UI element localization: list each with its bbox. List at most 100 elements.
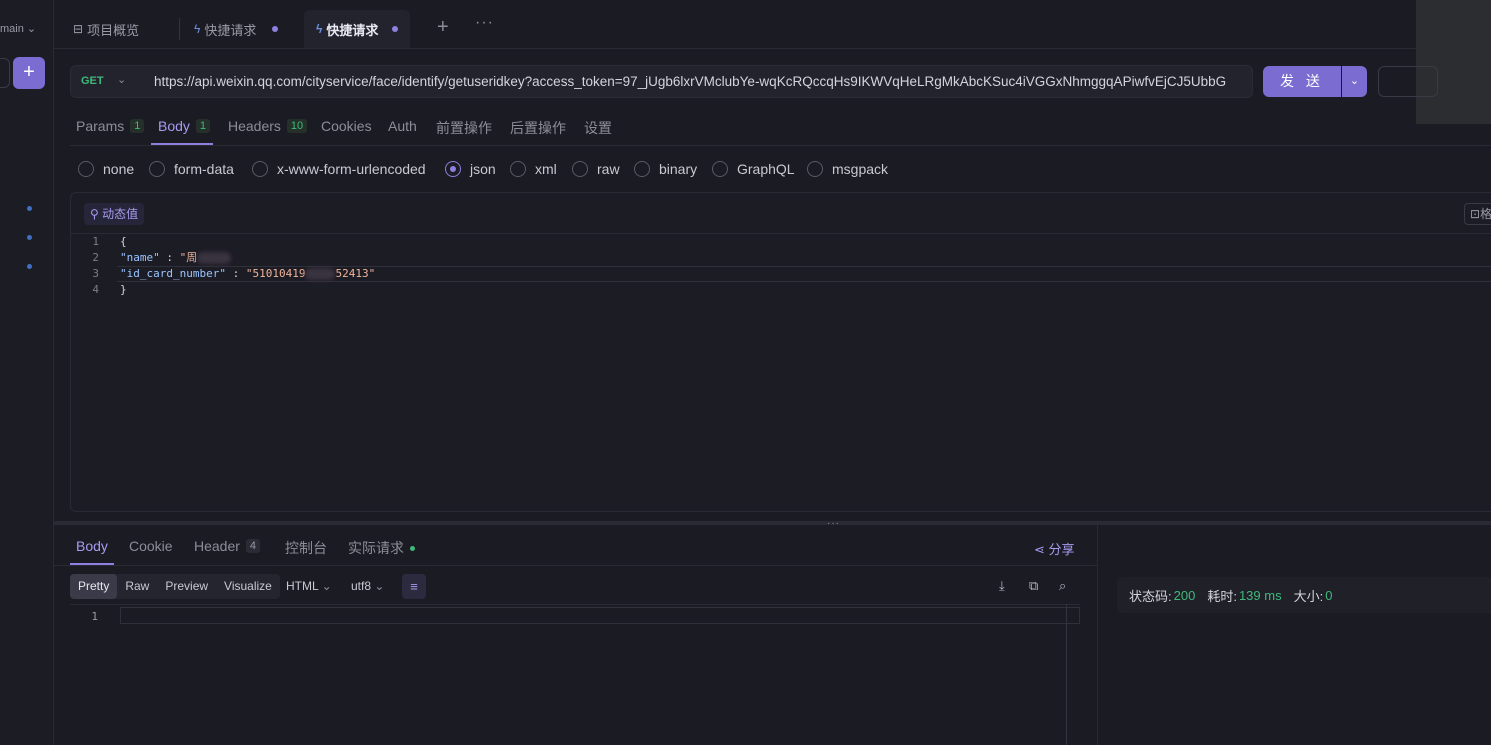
format-icon: ⊡ (1470, 207, 1481, 221)
tab-settings[interactable]: 设置 (584, 118, 612, 138)
tab-post-operations[interactable]: 后置操作 (510, 118, 566, 138)
line-number: 3 (92, 267, 99, 280)
json-key: "name" (120, 251, 160, 264)
search-input[interactable] (0, 58, 10, 88)
tab-auth[interactable]: Auth (388, 118, 417, 134)
tab-project-overview[interactable]: ⊟ 项目概览 (73, 10, 139, 48)
chevron-down-icon[interactable]: ⌄ (117, 73, 126, 86)
redacted-text (305, 268, 336, 280)
tab-response-cookie[interactable]: Cookie (129, 538, 173, 554)
radio-label: GraphQL (737, 161, 795, 177)
body-editor[interactable]: ⚲ 动态值 ⊡格 1 { 2 "name" : "周 3 "id_card_nu… (70, 192, 1491, 512)
code-text: { (120, 235, 127, 248)
language-select[interactable]: HTML ⌄ (286, 579, 332, 593)
time-label: 耗时: (1207, 588, 1237, 604)
radio-circle-icon (78, 161, 94, 177)
branch-selector[interactable]: main ⌄ (0, 22, 36, 35)
resize-splitter[interactable] (54, 521, 1491, 525)
add-button[interactable]: + (13, 57, 45, 89)
radio-circle-icon (807, 161, 823, 177)
size-value: 0 (1325, 587, 1333, 603)
view-visualize[interactable]: Visualize (216, 574, 280, 599)
status-code-value: 200 (1173, 587, 1196, 603)
line-number: 2 (92, 251, 99, 264)
radio-raw[interactable]: raw (572, 161, 620, 177)
radio-msgpack[interactable]: msgpack (807, 161, 888, 177)
tab-body[interactable]: Body 1 (158, 118, 211, 134)
json-separator: : (159, 251, 180, 264)
save-button[interactable] (1378, 66, 1438, 97)
tab-params[interactable]: Params 1 (76, 118, 145, 134)
radio-json[interactable]: json (445, 161, 496, 177)
tab-quick-request-active[interactable]: ϟ 快捷请求 (304, 10, 411, 48)
tab-response-body[interactable]: Body (76, 538, 108, 554)
search-icon[interactable]: ⌕ (1059, 578, 1066, 594)
url-bar: GET ⌄ https://api.weixin.qq.com/cityserv… (70, 65, 1253, 98)
copy-icon[interactable]: ⧉ (1029, 578, 1038, 594)
radio-circle-icon (252, 161, 268, 177)
tab-console[interactable]: 控制台 (285, 538, 327, 558)
chevron-down-icon: ⌄ (321, 579, 332, 593)
radio-label: none (103, 161, 135, 177)
tab-label: Headers (228, 118, 281, 134)
redacted-text (197, 252, 232, 264)
left-rail: main ⌄ + (0, 0, 54, 745)
tree-dot-icon (27, 264, 32, 269)
encoding-select[interactable]: utf8 ⌄ (351, 579, 384, 593)
chevron-down-icon[interactable]: ⌄ (1342, 66, 1367, 97)
tab-cookies[interactable]: Cookies (321, 118, 372, 134)
tab-label: Cookie (129, 538, 173, 554)
view-raw[interactable]: Raw (117, 574, 157, 599)
tree-dot-icon (27, 206, 32, 211)
button-label: 分享 (1048, 542, 1075, 557)
overlay-panel (1416, 0, 1491, 124)
tab-label: Cookies (321, 118, 372, 134)
tab-headers[interactable]: Headers 10 (228, 118, 308, 134)
divider (70, 145, 1491, 146)
response-editor[interactable]: 1 (70, 604, 1080, 745)
radio-graphql[interactable]: GraphQL (712, 161, 795, 177)
radio-form-data[interactable]: form-data (149, 161, 234, 177)
radio-label: x-www-form-urlencoded (277, 161, 426, 177)
count-badge: 4 (245, 539, 261, 553)
send-button[interactable]: 发 送 (1263, 66, 1341, 97)
tab-label: 快捷请求 (204, 22, 257, 38)
share-button[interactable]: ⋖ 分享 (1034, 539, 1075, 558)
view-pretty[interactable]: Pretty (70, 574, 118, 599)
tab-label: 项目概览 (87, 22, 140, 38)
radio-circle-icon (634, 161, 650, 177)
tab-label: Auth (388, 118, 417, 134)
select-value: HTML (286, 579, 319, 593)
radio-none[interactable]: none (78, 161, 134, 177)
tab-response-header[interactable]: Header 4 (194, 538, 261, 554)
word-wrap-icon[interactable]: ≡ (402, 574, 426, 599)
tab-quick-request[interactable]: ϟ 快捷请求 (194, 10, 279, 48)
radio-x-www-form-urlencoded[interactable]: x-www-form-urlencoded (252, 161, 426, 177)
more-icon[interactable]: ··· (475, 14, 494, 32)
drag-handle-icon[interactable]: ··· (827, 518, 840, 529)
tab-label: 后置操作 (510, 120, 566, 136)
url-input[interactable]: https://api.weixin.qq.com/cityservice/fa… (154, 74, 1246, 89)
radio-circle-icon (572, 161, 588, 177)
radio-label: raw (597, 161, 620, 177)
radio-circle-icon (712, 161, 728, 177)
format-button[interactable]: ⊡格 (1464, 203, 1491, 225)
wand-icon: ⚲ (90, 207, 103, 221)
tab-pre-operations[interactable]: 前置操作 (436, 118, 492, 138)
editor-toolbar: ⚲ 动态值 ⊡格 (71, 193, 1491, 234)
new-tab-plus-icon[interactable]: + (437, 16, 449, 39)
download-icon[interactable]: ⤓ (999, 578, 1005, 594)
radio-label: msgpack (832, 161, 889, 177)
scrollbar[interactable] (1066, 604, 1067, 745)
line-number: 1 (92, 235, 99, 248)
radio-xml[interactable]: xml (510, 161, 557, 177)
radio-binary[interactable]: binary (634, 161, 697, 177)
json-value: "周 (179, 251, 198, 264)
code-text: } (120, 283, 127, 296)
unsaved-dot-icon (392, 26, 399, 32)
method-select[interactable]: GET (81, 75, 104, 87)
tab-divider (179, 18, 180, 40)
view-preview[interactable]: Preview (157, 574, 216, 599)
dynamic-value-button[interactable]: ⚲ 动态值 (84, 203, 145, 225)
tab-actual-request[interactable]: 实际请求 (348, 538, 415, 558)
